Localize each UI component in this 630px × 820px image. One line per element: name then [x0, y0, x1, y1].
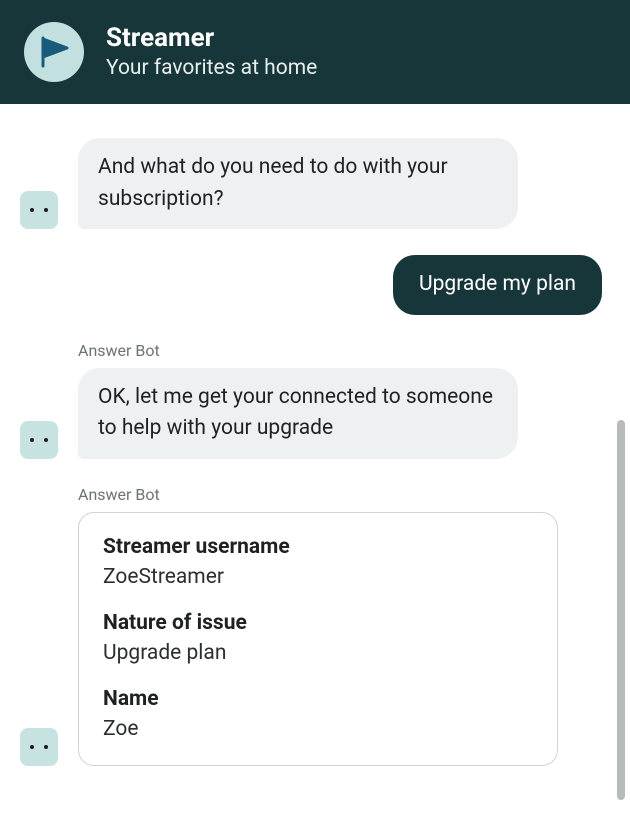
message-row: And what do you need to do with your sub…	[20, 138, 602, 229]
message-row: Answer Bot OK, let me get your connected…	[20, 341, 602, 459]
message-col: Answer Bot Streamer username ZoeStreamer…	[78, 485, 558, 766]
bot-avatar	[20, 728, 58, 766]
field-value: ZoeStreamer	[103, 565, 533, 589]
summary-field: Name Zoe	[103, 687, 533, 741]
flag-icon	[37, 35, 71, 69]
bot-avatar	[20, 191, 58, 229]
summary-field: Streamer username ZoeStreamer	[103, 535, 533, 589]
scrollbar-thumb[interactable]	[617, 420, 625, 800]
user-message-bubble: Upgrade my plan	[393, 255, 602, 315]
chat-widget: Streamer Your favorites at home And what…	[0, 0, 630, 820]
app-logo	[24, 22, 84, 82]
field-value: Upgrade plan	[103, 641, 533, 665]
sender-label: Answer Bot	[78, 485, 558, 504]
app-title: Streamer	[106, 24, 317, 53]
app-subtitle: Your favorites at home	[106, 56, 317, 80]
field-value: Zoe	[103, 717, 533, 741]
message-col: Answer Bot OK, let me get your connected…	[78, 341, 518, 459]
bot-message-bubble: OK, let me get your connected to someone…	[78, 368, 518, 459]
field-label: Streamer username	[103, 535, 533, 559]
scrollbar[interactable]	[617, 420, 625, 800]
header-text: Streamer Your favorites at home	[106, 24, 317, 81]
message-row: Answer Bot Streamer username ZoeStreamer…	[20, 485, 602, 766]
bot-avatar	[20, 421, 58, 459]
field-label: Name	[103, 687, 533, 711]
chat-header: Streamer Your favorites at home	[0, 0, 630, 104]
sender-label: Answer Bot	[78, 341, 518, 360]
message-col: And what do you need to do with your sub…	[78, 138, 518, 229]
summary-card: Streamer username ZoeStreamer Nature of …	[78, 512, 558, 766]
field-label: Nature of issue	[103, 611, 533, 635]
chat-scroll-area[interactable]: And what do you need to do with your sub…	[0, 128, 630, 820]
summary-field: Nature of issue Upgrade plan	[103, 611, 533, 665]
bot-message-bubble: And what do you need to do with your sub…	[78, 138, 518, 229]
message-row: Upgrade my plan	[20, 255, 602, 315]
